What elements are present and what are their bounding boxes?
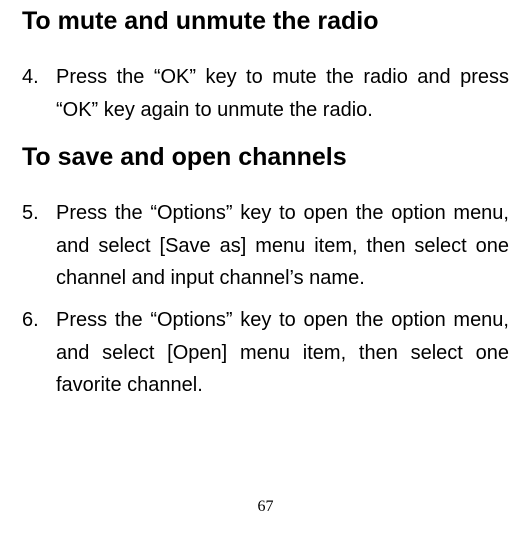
item-text: Press the “Options” key to open the opti… [56,304,509,401]
list-item: 6. Press the “Options” key to open the o… [22,304,509,401]
document-page: To mute and unmute the radio 4. Press th… [0,0,531,534]
item-number: 5. [22,197,56,294]
item-number: 4. [22,61,56,126]
item-text: Press the “OK” key to mute the radio and… [56,61,509,126]
list-item: 4. Press the “OK” key to mute the radio … [22,61,509,126]
item-number: 6. [22,304,56,401]
list-item: 5. Press the “Options” key to open the o… [22,197,509,294]
heading-save-open: To save and open channels [22,142,509,173]
heading-mute-unmute: To mute and unmute the radio [22,6,509,37]
item-text: Press the “Options” key to open the opti… [56,197,509,294]
page-number: 67 [0,498,531,516]
